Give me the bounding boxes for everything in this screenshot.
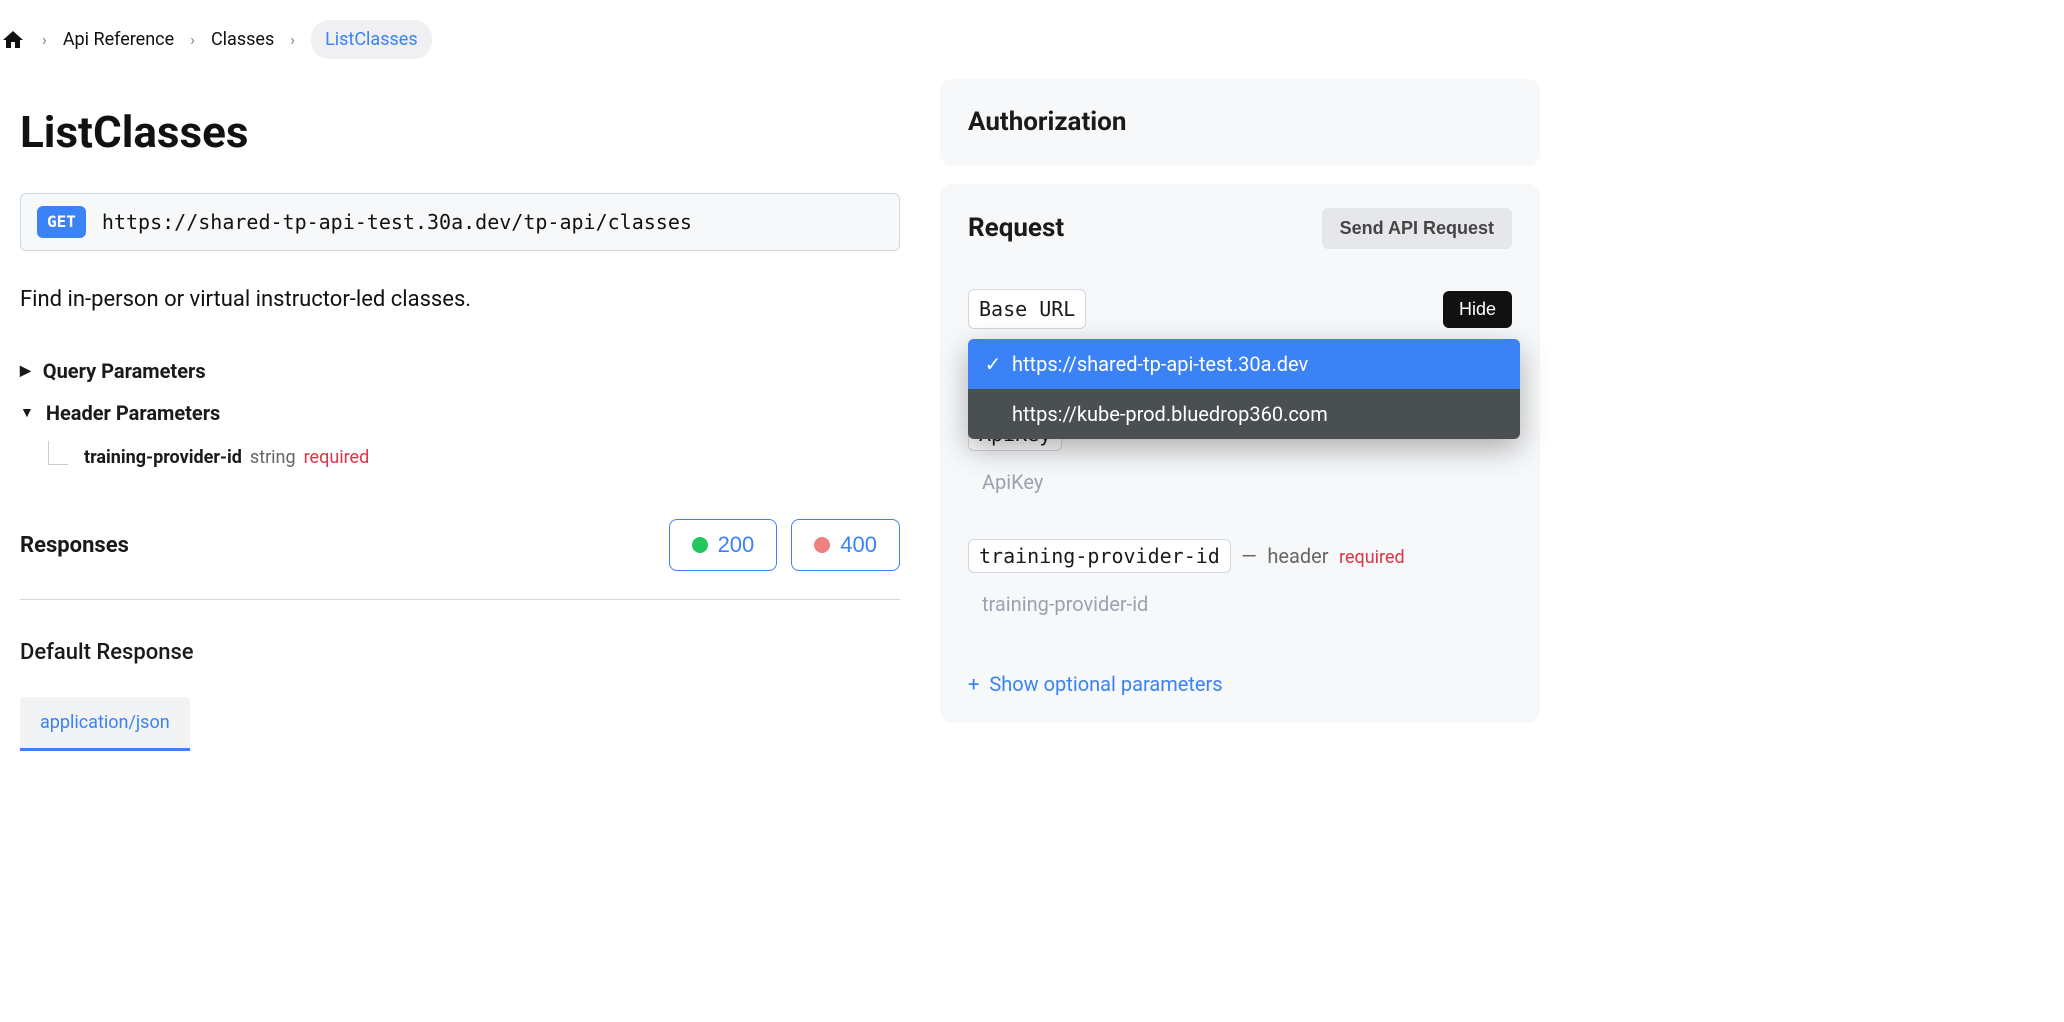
breadcrumb: › Api Reference › Classes › ListClasses [0, 0, 2064, 79]
show-optional-parameters[interactable]: + Show optional parameters [968, 669, 1512, 699]
dropdown-option-label: https://shared-tp-api-test.30a.dev [1012, 349, 1308, 379]
endpoint-url: https://shared-tp-api-test.30a.dev/tp-ap… [102, 207, 692, 237]
hide-button[interactable]: Hide [1443, 291, 1512, 328]
tpid-location: header [1267, 544, 1328, 568]
training-provider-id-input[interactable]: training-provider-id [968, 579, 1512, 629]
apikey-input[interactable]: ApiKey [968, 457, 1512, 507]
tree-line-icon [48, 441, 68, 465]
send-api-request-button[interactable]: Send API Request [1322, 208, 1512, 249]
plus-icon: + [968, 669, 979, 699]
responses-header: Responses 200 400 [20, 519, 900, 571]
chevron-right-icon: › [190, 28, 195, 52]
method-badge: GET [37, 206, 86, 238]
header-parameters-heading: Header Parameters [46, 398, 220, 428]
tpid-separator: — [1241, 544, 1257, 568]
breadcrumb-classes[interactable]: Classes [211, 26, 274, 53]
endpoint-box: GET https://shared-tp-api-test.30a.dev/t… [20, 193, 900, 251]
responses-heading: Responses [20, 529, 129, 562]
dropdown-menu: ✓ https://shared-tp-api-test.30a.dev htt… [968, 339, 1520, 439]
breadcrumb-api-reference[interactable]: Api Reference [63, 26, 174, 53]
status-code: 200 [718, 532, 755, 558]
show-optional-label: Show optional parameters [989, 669, 1222, 699]
param-name: training-provider-id [84, 444, 242, 471]
status-dot-green-icon [692, 537, 708, 553]
header-param-row: training-provider-id string required [48, 444, 900, 471]
arrow-right-icon: ▶ [20, 361, 31, 382]
endpoint-description: Find in-person or virtual instructor-led… [20, 283, 900, 316]
default-response-title: Default Response [20, 636, 900, 669]
authorization-panel[interactable]: Authorization [940, 79, 1540, 166]
page-title: ListClasses [20, 99, 900, 165]
authorization-title: Authorization [968, 103, 1512, 142]
request-panel: Request Send API Request Base URL Hide ✓… [940, 184, 1540, 723]
breadcrumb-current: ListClasses [311, 20, 432, 59]
check-icon: ✓ [984, 349, 1002, 379]
chevron-right-icon: › [290, 28, 295, 52]
dropdown-option-selected[interactable]: ✓ https://shared-tp-api-test.30a.dev [968, 339, 1520, 389]
query-parameters-heading: Query Parameters [43, 356, 206, 386]
training-provider-id-label: training-provider-id [968, 539, 1231, 573]
status-400-button[interactable]: 400 [791, 519, 900, 571]
home-icon[interactable] [0, 27, 26, 53]
status-buttons: 200 400 [669, 519, 900, 571]
chevron-right-icon: › [42, 28, 47, 52]
status-200-button[interactable]: 200 [669, 519, 778, 571]
dropdown-option-label: https://kube-prod.bluedrop360.com [1012, 399, 1328, 429]
header-parameters-toggle[interactable]: ▼ Header Parameters [20, 398, 900, 428]
param-required: required [304, 444, 370, 471]
tpid-required: required [1339, 547, 1405, 568]
divider [20, 599, 900, 600]
status-dot-red-icon [814, 537, 830, 553]
dropdown-option[interactable]: https://kube-prod.bluedrop360.com [968, 389, 1520, 439]
main-content: ListClasses GET https://shared-tp-api-te… [20, 79, 900, 751]
base-url-label: Base URL [968, 289, 1086, 329]
arrow-down-icon: ▼ [20, 403, 34, 424]
sidebar: Authorization Request Send API Request B… [940, 79, 1540, 751]
request-title: Request [968, 209, 1064, 248]
query-parameters-toggle[interactable]: ▶ Query Parameters [20, 356, 900, 386]
param-type: string [250, 444, 296, 471]
content-type-tab[interactable]: application/json [20, 697, 190, 751]
status-code: 400 [840, 532, 877, 558]
